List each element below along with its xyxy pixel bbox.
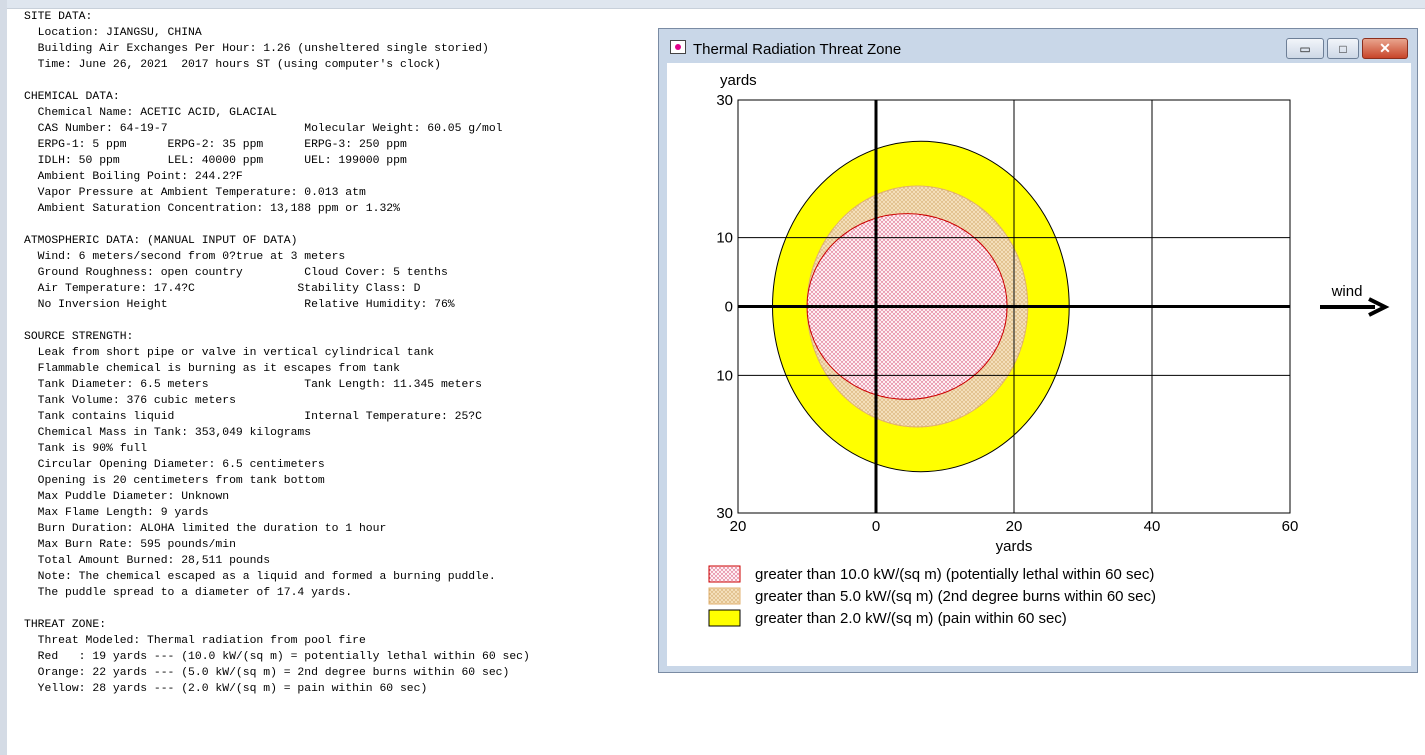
y-tick-label: 30	[716, 505, 733, 522]
report-line	[24, 73, 654, 89]
report-line: Building Air Exchanges Per Hour: 1.26 (u…	[24, 43, 489, 55]
report-line: Flammable chemical is burning as it esca…	[24, 363, 400, 375]
window-title: Thermal Radiation Threat Zone	[693, 41, 902, 58]
report-line: Max Burn Rate: 595 pounds/min	[24, 539, 236, 551]
report-line: Total Amount Burned: 28,511 pounds	[24, 555, 271, 567]
close-button[interactable]: ✕	[1362, 38, 1408, 59]
report-line	[24, 313, 654, 329]
aloha-app-icon[interactable]	[670, 40, 686, 54]
report-line: SOURCE STRENGTH:	[24, 331, 134, 343]
report-line: Tank contains liquid Internal Temperatur…	[24, 411, 482, 423]
report-line: ATMOSPHERIC DATA: (MANUAL INPUT OF DATA)	[24, 235, 298, 247]
x-tick-label: 60	[1282, 518, 1299, 535]
report-line: Wind: 6 meters/second from 0?true at 3 m…	[24, 251, 346, 263]
wind-label: wind	[1331, 283, 1363, 300]
plot-area: 20 0 20 40 60 30 10 0 10 30 yards yards greater tha…	[667, 63, 1411, 666]
report-line: Chemical Mass in Tank: 353,049 kilograms	[24, 427, 312, 439]
report-line: Location: JIANGSU, CHINA	[24, 27, 202, 39]
report-line: The puddle spread to a diameter of 17.4 …	[24, 587, 353, 599]
report-line: Ambient Saturation Concentration: 13,188…	[24, 203, 400, 215]
report-line: Ground Roughness: open country Cloud Cov…	[24, 267, 448, 279]
window-titlebar[interactable]: Thermal Radiation Threat Zone ▭ □ ✕	[659, 29, 1417, 63]
x-tick-label: 0	[872, 518, 880, 535]
text-summary-report: SITE DATA: Location: JIANGSU, CHINA Buil…	[24, 9, 654, 697]
report-line	[24, 601, 654, 617]
report-line: Ambient Boiling Point: 244.2?F	[24, 171, 243, 183]
report-line: Air Temperature: 17.4?C Stability Class:…	[24, 283, 421, 295]
report-line: Tank Volume: 376 cubic meters	[24, 395, 236, 407]
report-line: IDLH: 50 ppm LEL: 40000 ppm UEL: 199000 …	[24, 155, 407, 167]
report-line: CAS Number: 64-19-7 Molecular Weight: 60…	[24, 123, 503, 135]
threat-zone-window[interactable]: Thermal Radiation Threat Zone ▭ □ ✕ 20 0 2…	[658, 28, 1418, 673]
legend-label-red: greater than 10.0 kW/(sq m) (potentially…	[755, 566, 1154, 583]
report-line: No Inversion Height Relative Humidity: 7…	[24, 299, 455, 311]
report-line: Burn Duration: ALOHA limited the duratio…	[24, 523, 387, 535]
report-line	[24, 217, 654, 233]
report-line: Circular Opening Diameter: 6.5 centimete…	[24, 459, 325, 471]
report-line: SITE DATA:	[24, 11, 93, 23]
y-tick-label: 10	[716, 367, 733, 384]
left-border	[0, 0, 7, 755]
report-line: Leak from short pipe or valve in vertica…	[24, 347, 435, 359]
report-line: CHEMICAL DATA:	[24, 91, 120, 103]
report-line: Max Puddle Diameter: Unknown	[24, 491, 230, 503]
legend-label-orange: greater than 5.0 kW/(sq m) (2nd degree b…	[755, 588, 1156, 605]
report-line: Vapor Pressure at Ambient Temperature: 0…	[24, 187, 366, 199]
report-line: Opening is 20 centimeters from tank bott…	[24, 475, 325, 487]
report-line: Time: June 26, 2021 2017 hours ST (using…	[24, 59, 441, 71]
report-line: Tank is 90% full	[24, 443, 148, 455]
report-line: Orange: 22 yards --- (5.0 kW/(sq m) = 2n…	[24, 667, 510, 679]
report-line: Note: The chemical escaped as a liquid a…	[24, 571, 496, 583]
maximize-button[interactable]: □	[1327, 38, 1359, 59]
report-line: Threat Modeled: Thermal radiation from p…	[24, 635, 366, 647]
x-tick-label: 20	[1006, 518, 1023, 535]
top-border	[0, 0, 1425, 9]
legend-swatch-red	[708, 565, 741, 583]
report-line: Tank Diameter: 6.5 meters Tank Length: 1…	[24, 379, 482, 391]
y-tick-label: 0	[725, 299, 733, 316]
legend-swatch-orange	[708, 587, 741, 605]
x-tick-label: 40	[1144, 518, 1161, 535]
report-line: ERPG-1: 5 ppm ERPG-2: 35 ppm ERPG-3: 250…	[24, 139, 407, 151]
threat-zone-chart: 20 0 20 40 60301001030yardsyards greater tha…	[708, 72, 1390, 627]
report-line: Max Flame Length: 9 yards	[24, 507, 209, 519]
x-unit-label: yards	[996, 538, 1033, 555]
report-line: Yellow: 28 yards --- (2.0 kW/(sq m) = pa…	[24, 683, 428, 695]
y-unit-label: yards	[720, 72, 757, 89]
report-line: Chemical Name: ACETIC ACID, GLACIAL	[24, 107, 277, 119]
minimize-button[interactable]: ▭	[1286, 38, 1324, 59]
report-line: THREAT ZONE:	[24, 619, 107, 631]
report-line: Red : 19 yards --- (10.0 kW/(sq m) = pot…	[24, 651, 530, 663]
y-tick-label: 30	[716, 92, 733, 109]
legend-label-yellow: greater than 2.0 kW/(sq m) (pain within …	[755, 610, 1067, 627]
legend-swatch-yellow	[708, 609, 741, 627]
y-tick-label: 10	[716, 230, 733, 247]
